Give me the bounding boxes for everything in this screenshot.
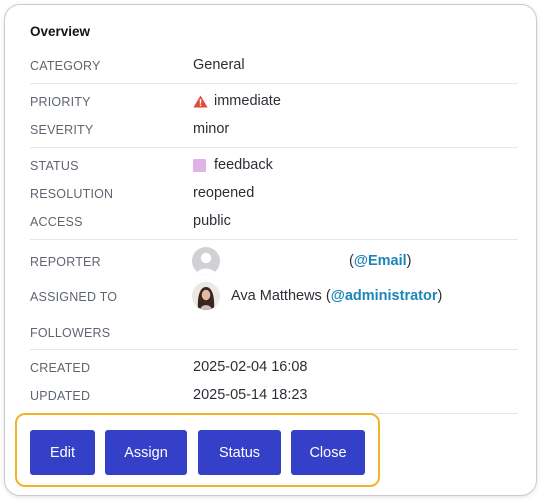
resolution-label: RESOLUTION xyxy=(30,187,114,201)
reporter-handle-link[interactable]: @Email xyxy=(354,253,407,269)
assignee-value: Ava Matthews (@administrator) xyxy=(231,288,442,304)
default-user-avatar-icon xyxy=(196,252,216,275)
access-value: public xyxy=(193,213,231,229)
category-label: CATEGORY xyxy=(30,59,101,73)
divider xyxy=(30,349,518,350)
status-color-swatch xyxy=(193,158,206,172)
reporter-value: (@Email) xyxy=(349,253,412,269)
warning-icon xyxy=(193,95,208,107)
access-label: ACCESS xyxy=(30,215,83,229)
edit-button[interactable]: Edit xyxy=(30,430,95,475)
updated-value: 2025-05-14 18:23 xyxy=(193,387,308,403)
divider xyxy=(30,83,518,84)
divider xyxy=(30,239,518,240)
assigned-to-label: ASSIGNED TO xyxy=(30,290,118,304)
followers-label: FOLLOWERS xyxy=(30,326,111,340)
divider xyxy=(30,147,518,148)
status-value: feedback xyxy=(193,157,273,173)
assignee-name: Ava Matthews xyxy=(231,288,322,304)
severity-label: SEVERITY xyxy=(30,123,94,137)
overview-title: Overview xyxy=(30,24,91,39)
status-button[interactable]: Status xyxy=(198,430,281,475)
reporter-close-paren: ) xyxy=(406,253,412,269)
user-photo-avatar-icon xyxy=(192,282,220,310)
priority-text: immediate xyxy=(214,93,281,109)
close-button[interactable]: Close xyxy=(291,430,365,475)
created-label: CREATED xyxy=(30,361,91,375)
resolution-value: reopened xyxy=(193,185,255,201)
assignee-close-paren: ) xyxy=(437,288,443,304)
created-value: 2025-02-04 16:08 xyxy=(193,359,308,375)
assignee-handle-link[interactable]: @administrator xyxy=(331,288,438,304)
assign-button[interactable]: Assign xyxy=(105,430,187,475)
status-text: feedback xyxy=(214,157,273,173)
updated-label: UPDATED xyxy=(30,389,91,403)
reporter-label: REPORTER xyxy=(30,255,101,269)
reporter-avatar xyxy=(192,247,220,275)
priority-value: immediate xyxy=(193,93,281,109)
category-value: General xyxy=(193,57,245,73)
status-label: STATUS xyxy=(30,159,79,173)
assignee-avatar xyxy=(192,282,220,310)
priority-label: PRIORITY xyxy=(30,95,91,109)
severity-value: minor xyxy=(193,121,230,137)
